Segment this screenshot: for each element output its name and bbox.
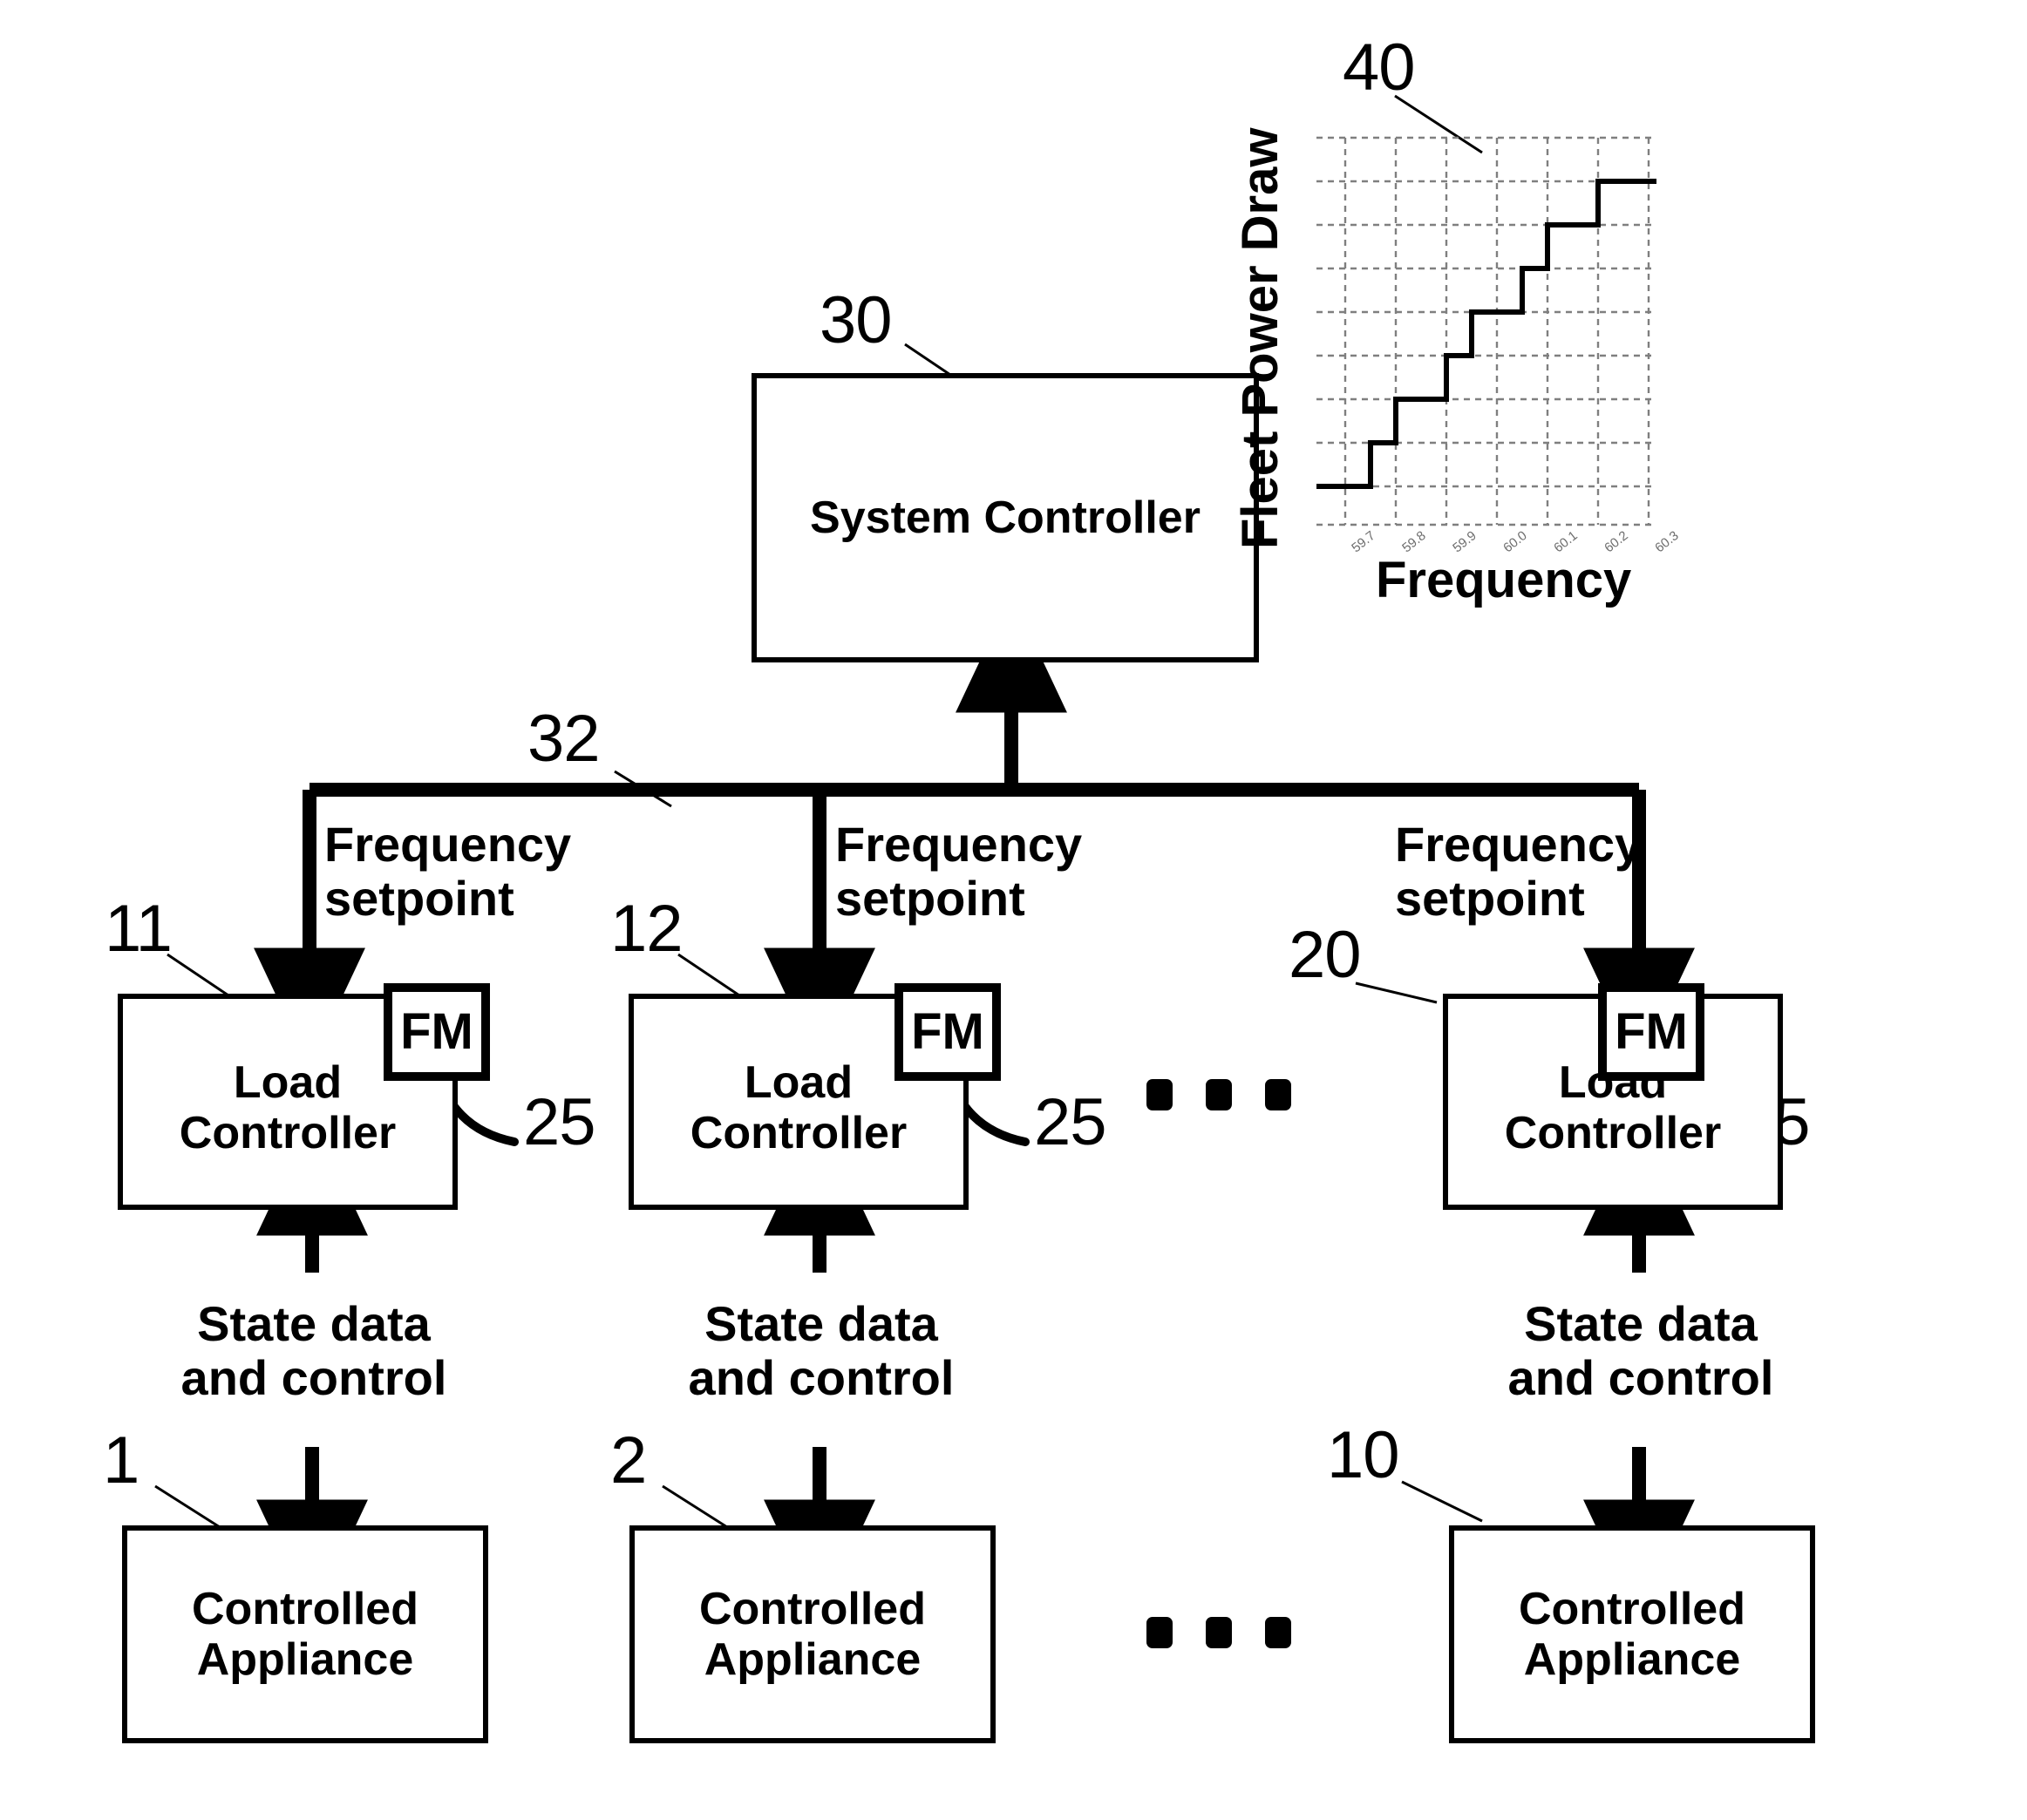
state-data-label-col1: State data and control bbox=[180, 1296, 447, 1405]
leader-12 bbox=[677, 953, 740, 997]
chart-xtick-label: 60.3 bbox=[1652, 528, 1682, 556]
ref-number-12: 12 bbox=[610, 892, 684, 966]
chart-gridlines-vertical bbox=[1343, 138, 1650, 525]
leader-10 bbox=[1401, 1480, 1483, 1523]
controlled-appliance-label-10: Controlled Appliance bbox=[1519, 1583, 1745, 1685]
fm-badge-text-col1: FM bbox=[400, 1003, 473, 1060]
leader-30 bbox=[904, 343, 951, 377]
chart-xlabel: Frequency bbox=[1376, 552, 1632, 608]
controlled-appliance-label-2: Controlled Appliance bbox=[699, 1583, 926, 1685]
system-controller-box[interactable]: System Controller bbox=[752, 373, 1259, 662]
leader-1 bbox=[154, 1484, 221, 1529]
controlled-appliance-box-2[interactable]: Controlled Appliance bbox=[629, 1525, 996, 1743]
state-data-label-col2: State data and control bbox=[688, 1296, 955, 1405]
state-data-arrows bbox=[256, 1117, 1695, 1619]
ref-number-40: 40 bbox=[1343, 31, 1416, 105]
fm-badge-col3[interactable]: FM bbox=[1598, 983, 1704, 1081]
ref-number-25-col2: 25 bbox=[1034, 1085, 1107, 1159]
chart-plot-area bbox=[1316, 136, 1656, 526]
fm-badge-col2[interactable]: FM bbox=[894, 983, 1001, 1081]
ref-number-11: 11 bbox=[105, 892, 173, 966]
ref-number-20: 20 bbox=[1289, 918, 1362, 992]
ref-number-25-col1: 25 bbox=[523, 1085, 596, 1159]
ref-number-30: 30 bbox=[820, 283, 893, 357]
ellipsis-load-controllers bbox=[1146, 1079, 1291, 1110]
fm-badge-text-col2: FM bbox=[911, 1003, 984, 1060]
chart-step-series bbox=[1316, 179, 1656, 489]
setpoint-label-col2: Frequency setpoint bbox=[835, 817, 1083, 926]
chart-gridlines-horizontal bbox=[1316, 136, 1656, 526]
ref-number-2: 2 bbox=[610, 1423, 647, 1497]
leader-2 bbox=[662, 1484, 728, 1529]
leader-11 bbox=[167, 953, 229, 997]
controlled-appliance-label-1: Controlled Appliance bbox=[192, 1583, 418, 1685]
ellipsis-appliances bbox=[1146, 1617, 1291, 1648]
leader-32 bbox=[614, 770, 672, 808]
leader-20 bbox=[1355, 981, 1438, 1004]
ref-number-10: 10 bbox=[1327, 1418, 1400, 1492]
controlled-appliance-box-1[interactable]: Controlled Appliance bbox=[122, 1525, 488, 1743]
controlled-appliance-box-10[interactable]: Controlled Appliance bbox=[1449, 1525, 1815, 1743]
ref-number-32: 32 bbox=[527, 702, 601, 776]
figure-canvas: 30 40 32 11 12 20 1 2 10 25 25 25 System… bbox=[0, 0, 2027, 1820]
fm-badge-text-col3: FM bbox=[1615, 1003, 1688, 1060]
setpoint-label-col3: Frequency setpoint bbox=[1395, 817, 1643, 926]
chart-xtick-label: 59.7 bbox=[1349, 528, 1378, 556]
fleet-power-draw-chart: Fleet Power Draw Frequency 59.7 59.8 59.… bbox=[1232, 128, 1682, 608]
load-controller-label-11: Load Controller bbox=[179, 1056, 397, 1158]
chart-ylabel: Fleet Power Draw bbox=[1232, 127, 1289, 549]
load-controller-label-12: Load Controller bbox=[690, 1056, 908, 1158]
fm-badge-col1[interactable]: FM bbox=[384, 983, 490, 1081]
ref-number-1: 1 bbox=[103, 1423, 139, 1497]
setpoint-label-col1: Frequency setpoint bbox=[324, 817, 572, 926]
state-data-label-col3: State data and control bbox=[1507, 1296, 1774, 1405]
system-controller-label: System Controller bbox=[810, 492, 1201, 543]
